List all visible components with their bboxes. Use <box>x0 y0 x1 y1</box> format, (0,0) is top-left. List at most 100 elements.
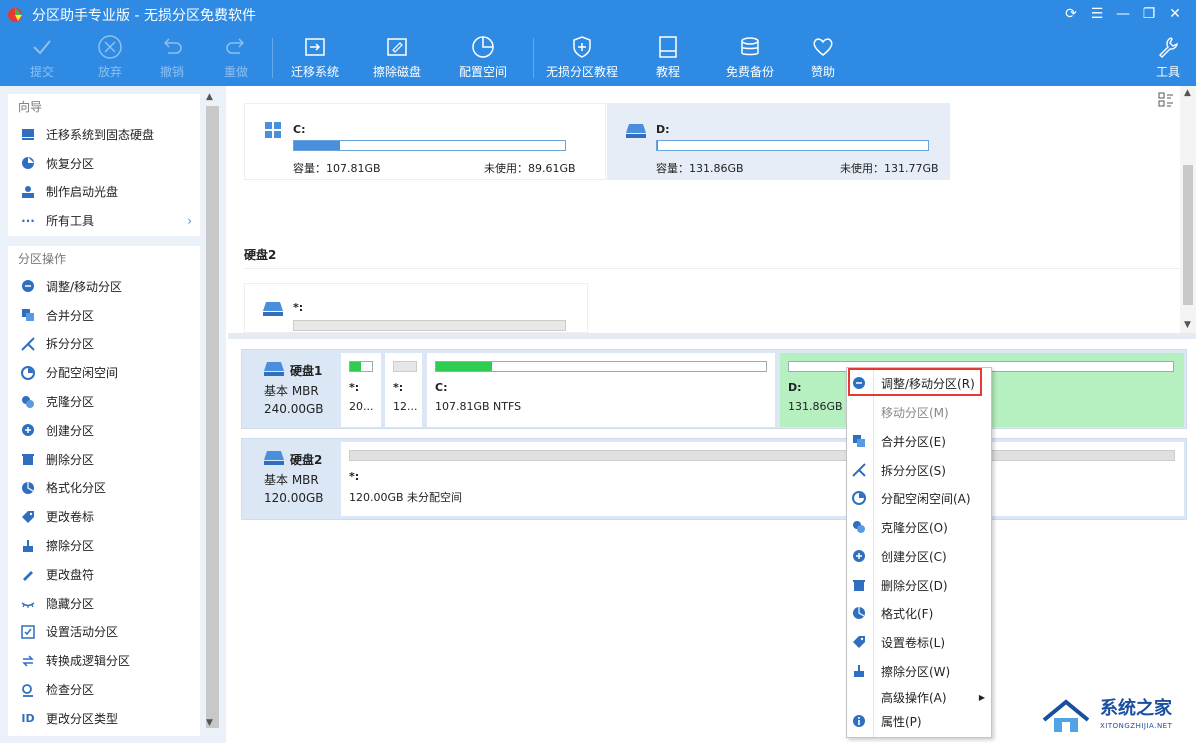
discard-button[interactable]: 放弃 <box>78 34 142 84</box>
sidebar-item-label: 分配空闲空间 <box>46 366 119 381</box>
scroll-down-icon[interactable]: ▼ <box>206 718 213 728</box>
sidebar-item-label: 迁移系统到固态硬盘 <box>46 127 155 142</box>
check-icon <box>33 40 51 55</box>
partition-block-unallocated[interactable]: *: 120.00GB 未分配空间 <box>341 442 1184 516</box>
menu-item-wipe[interactable]: 擦除分区(W) <box>847 657 991 686</box>
sidebar-item-label: 更改分区类型 <box>46 711 119 726</box>
sidebar-item-merge[interactable]: 合并分区 <box>8 301 200 330</box>
merge-partition-icon <box>20 307 36 323</box>
sidebar-scroll-thumb[interactable] <box>206 106 219 728</box>
partition-card-c[interactable]: C: 容量：107.81GB 未使用：89.61GB <box>244 103 606 180</box>
menu-item-properties[interactable]: 属性(P) <box>847 707 991 736</box>
allocate-free-space-icon <box>20 365 36 381</box>
partition-block[interactable]: *: 20... <box>341 353 381 427</box>
migrate-system-button[interactable]: 迁移系统 <box>283 34 347 84</box>
sponsor-button[interactable]: 赞助 <box>791 34 855 84</box>
delete-partition-icon <box>851 577 867 593</box>
scroll-up-icon[interactable]: ▲ <box>206 92 213 102</box>
close-icon[interactable]: ✕ <box>1162 4 1188 24</box>
sidebar-item-resize-move[interactable]: 调整/移动分区 <box>8 272 200 301</box>
partition-letter: *: <box>293 301 304 314</box>
scroll-up-icon[interactable]: ▲ <box>1184 88 1191 98</box>
disk-type: 基本 MBR <box>264 473 319 487</box>
sidebar-item-clone[interactable]: 克隆分区 <box>8 387 200 416</box>
capacity-text: 容量：107.81GB <box>293 162 381 175</box>
sidebar-item-label: 制作启动光盘 <box>46 185 119 200</box>
menu-item-format[interactable]: 格式化(F) <box>847 599 991 628</box>
refresh-icon[interactable]: ⟳ <box>1058 4 1084 24</box>
free-backup-button[interactable]: 免费备份 <box>718 34 782 84</box>
sidebar-item-set-active[interactable]: 设置活动分区 <box>8 618 200 647</box>
tutorial-button[interactable]: 教程 <box>636 34 700 84</box>
sidebar-item-change-type[interactable]: ID 更改分区类型 <box>8 704 200 733</box>
tools-button[interactable]: 工具 <box>1136 34 1196 84</box>
sidebar-item-delete[interactable]: 删除分区 <box>8 445 200 474</box>
split-partition-icon <box>851 462 867 478</box>
sidebar-item-hide[interactable]: 隐藏分区 <box>8 589 200 618</box>
sidebar-item-change-label[interactable]: 更改卷标 <box>8 502 200 531</box>
disk-row-1[interactable]: 硬盘1 基本 MBR 240.00GB *: 20... *: 12... C:… <box>241 349 1187 429</box>
sidebar-item-check[interactable]: 检查分区 <box>8 675 200 704</box>
disk-size: 240.00GB <box>264 402 324 416</box>
context-menu: 调整/移动分区(R) 移动分区(M) 合并分区(E) 拆分分区(S) 分配空闲空… <box>846 367 992 738</box>
view-toggle-icon[interactable] <box>1158 92 1174 108</box>
wizard-section: 向导 迁移系统到固态硬盘 恢复分区 制作启动光盘 ··· 所有工具 › <box>8 94 200 236</box>
menu-item-create[interactable]: 创建分区(C) <box>847 542 991 571</box>
minimize-icon[interactable]: — <box>1110 4 1136 24</box>
submit-button[interactable]: 提交 <box>10 34 74 84</box>
sidebar-item-format[interactable]: 格式化分区 <box>8 474 200 503</box>
highlight-box <box>848 368 982 396</box>
sidebar-item-change-letter[interactable]: 更改盘符 <box>8 560 200 589</box>
partition-block[interactable]: *: 12... <box>385 353 422 427</box>
create-partition-icon <box>20 422 36 438</box>
redo-button[interactable]: 重做 <box>204 34 268 84</box>
format-partition-icon <box>20 480 36 496</box>
sidebar-item-allocate-free[interactable]: 分配空闲空间 <box>8 358 200 387</box>
hide-partition-icon <box>20 595 36 611</box>
windows-icon <box>265 122 281 138</box>
drive-icon <box>263 302 283 316</box>
partition-letter: C: <box>435 381 448 394</box>
sidebar-item-convert-logical[interactable]: 转换成逻辑分区 <box>8 646 200 675</box>
partition-block-c[interactable]: C: 107.81GB NTFS <box>427 353 775 427</box>
sidebar-item-create[interactable]: 创建分区 <box>8 416 200 445</box>
tutorial-lossless-button[interactable]: 无损分区教程 <box>546 34 618 84</box>
partition-usage-fill <box>350 362 361 371</box>
menu-item-clone[interactable]: 克隆分区(O) <box>847 513 991 542</box>
split-partition-icon <box>20 336 36 352</box>
allocate-space-button[interactable]: 配置空间 <box>451 34 515 84</box>
disk-size: 120.00GB <box>264 491 324 505</box>
label-tag-icon <box>20 509 36 525</box>
menu-item-split[interactable]: 拆分分区(S) <box>847 456 991 485</box>
disk-row-2[interactable]: 硬盘2 基本 MBR 120.00GB *: 120.00GB 未分配空间 <box>241 438 1187 520</box>
sidebar-item-label: 设置活动分区 <box>46 625 119 640</box>
partition-card-unallocated[interactable]: *: <box>244 283 588 333</box>
sidebar-item-wipe[interactable]: 擦除分区 <box>8 531 200 560</box>
partition-card-d[interactable]: D: 容量：131.86GB 未使用：131.77GB <box>607 103 950 180</box>
menu-item-delete[interactable]: 删除分区(D) <box>847 571 991 600</box>
undo-button[interactable]: 撤销 <box>140 34 204 84</box>
sidebar-item-all-tools[interactable]: ··· 所有工具 › <box>8 206 200 235</box>
partition-letter: *: <box>393 381 404 394</box>
menu-icon[interactable]: ☰ <box>1084 4 1110 24</box>
menu-item-allocate-free[interactable]: 分配空闲空间(A) <box>847 484 991 513</box>
partition-usage-bar <box>349 450 1175 461</box>
sidebar-item-bootable-media[interactable]: 制作启动光盘 <box>8 178 200 207</box>
wipe-partition-icon <box>851 663 867 679</box>
partition-info: 12... <box>393 400 418 413</box>
restore-icon[interactable]: ❐ <box>1136 4 1162 24</box>
partition-letter: *: <box>349 381 360 394</box>
menu-item-merge[interactable]: 合并分区(E) <box>847 427 991 456</box>
sidebar-item-migrate-ssd[interactable]: 迁移系统到固态硬盘 <box>8 120 200 149</box>
card-pane-scroll-thumb[interactable] <box>1183 165 1193 305</box>
scroll-down-icon[interactable]: ▼ <box>1184 320 1191 330</box>
sidebar-item-split[interactable]: 拆分分区 <box>8 330 200 359</box>
left-sidebar: 向导 迁移系统到固态硬盘 恢复分区 制作启动光盘 ··· 所有工具 › 分区操作… <box>0 86 226 743</box>
wipe-disk-button[interactable]: 擦除磁盘 <box>365 34 429 84</box>
watermark: 系统之家 XITONGZHIJIA.NET <box>1036 692 1196 740</box>
menu-item-set-label[interactable]: 设置卷标(L) <box>847 628 991 657</box>
more-icon: ··· <box>21 213 35 228</box>
sidebar-item-recover-partition[interactable]: 恢复分区 <box>8 149 200 178</box>
menu-item-move[interactable]: 移动分区(M) <box>847 398 991 427</box>
watermark-name: 系统之家 <box>1100 698 1172 719</box>
